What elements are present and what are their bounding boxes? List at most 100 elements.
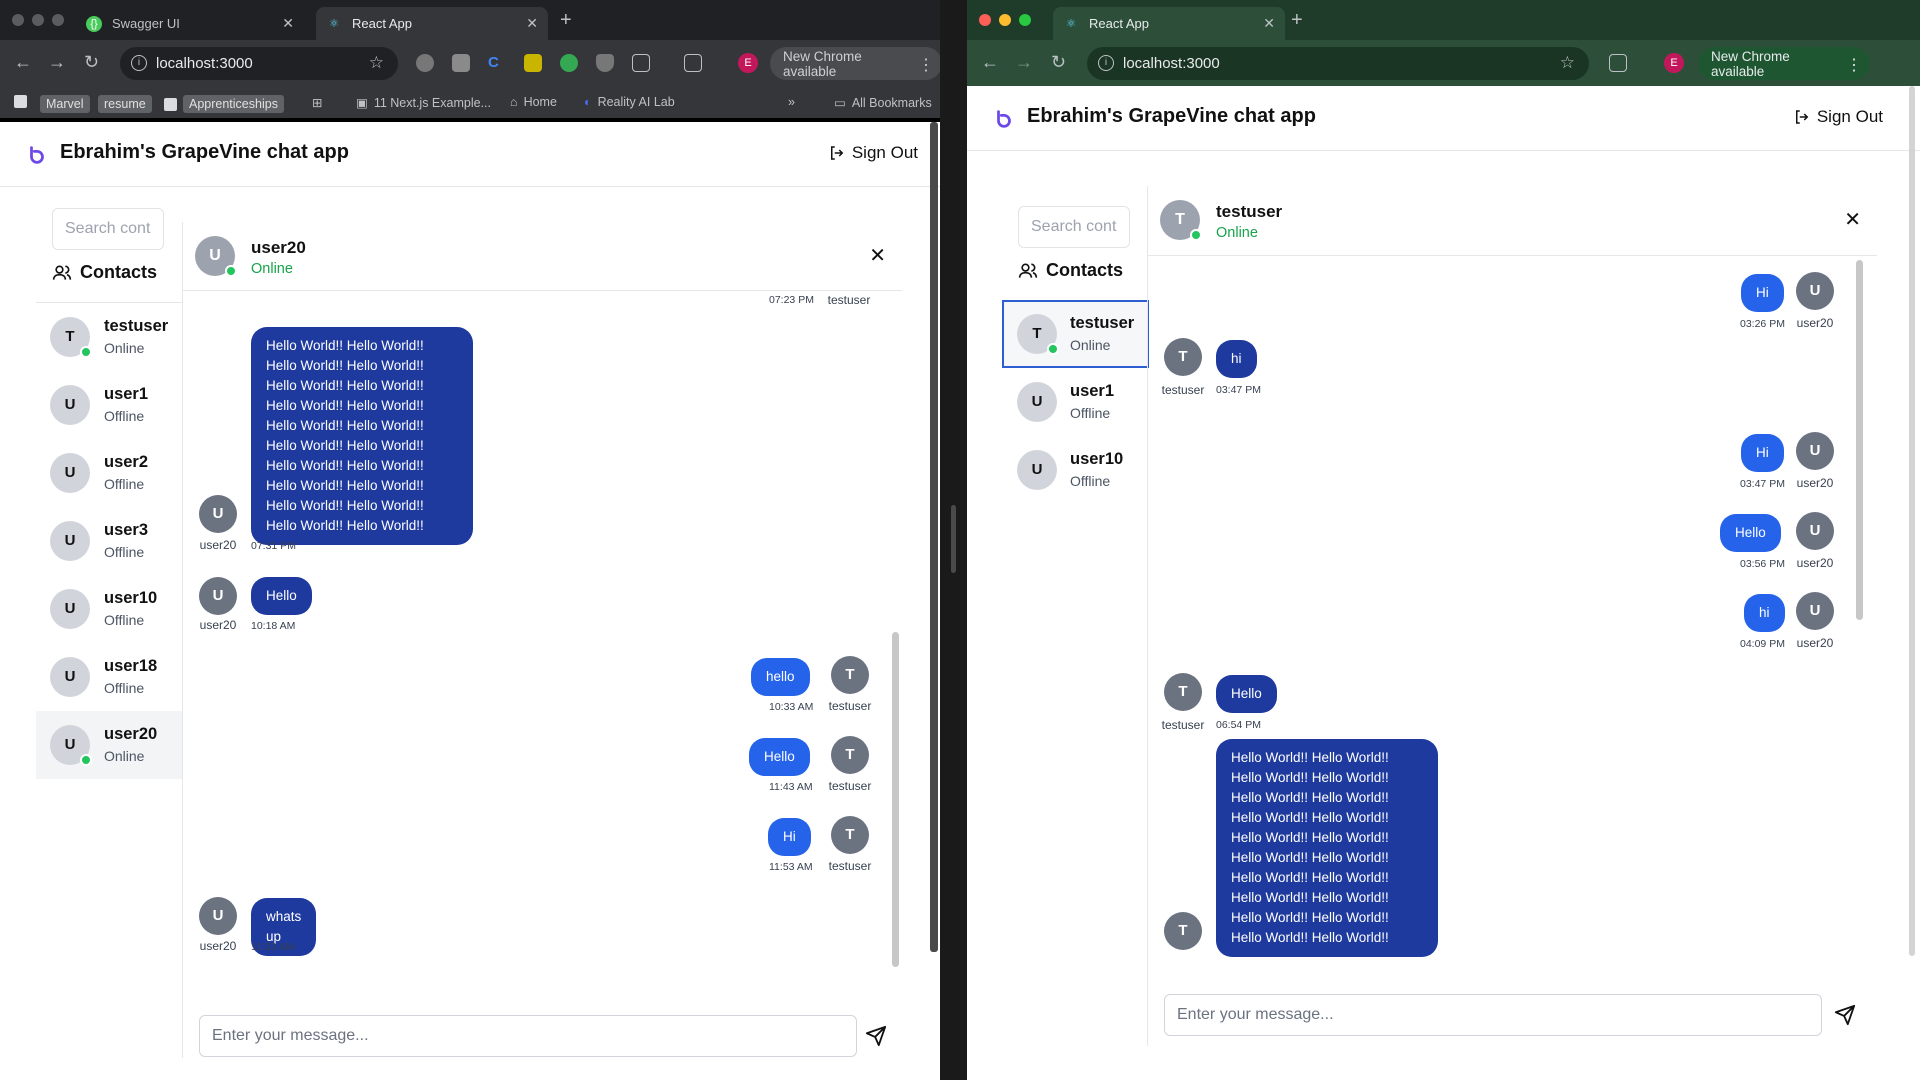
message-input[interactable]: Enter your message...	[199, 1015, 857, 1057]
message-username: user20	[1796, 636, 1834, 650]
more-menu-icon[interactable]: ⋮	[1846, 55, 1862, 75]
grid-extension-icon[interactable]	[524, 54, 542, 72]
more-bookmarks-chevron[interactable]: »	[788, 95, 795, 109]
bookmark-home[interactable]: ⌂ Home	[510, 95, 557, 109]
back-arrow-icon[interactable]: ←	[981, 52, 999, 73]
chat-contact-status: Online	[1216, 225, 1258, 241]
new-chrome-available-button[interactable]: New Chrome available ⋮	[1698, 47, 1870, 80]
contact-name: user2	[104, 453, 149, 471]
apps-grid-icon[interactable]: ⊞	[312, 95, 322, 110]
close-tab-icon[interactable]: ✕	[526, 15, 538, 32]
contact-item-user10[interactable]: U user10 Offline	[36, 575, 183, 643]
message-bubble: Hello	[749, 738, 810, 776]
window-controls	[12, 14, 64, 26]
bookmark-apprenticeships[interactable]: Apprenticeships	[164, 95, 284, 113]
site-info-icon[interactable]: i	[1098, 55, 1114, 71]
message-scrollbar[interactable]	[892, 632, 899, 967]
chat-panel: U user20 Online ✕ 07:23 PM testuser U us…	[182, 222, 902, 1058]
message-avatar: U	[199, 495, 237, 533]
send-icon[interactable]	[865, 1025, 887, 1047]
bookmark-reality-ai-lab[interactable]: ◐ Reality AI Lab	[584, 95, 675, 109]
avatar-initial: U	[64, 532, 76, 549]
forward-arrow-icon[interactable]: →	[1015, 52, 1033, 73]
contact-item-user3[interactable]: U user3 Offline	[36, 507, 183, 575]
avatar: T	[50, 317, 92, 358]
tab-swagger-ui[interactable]: {} Swagger UI ✕	[76, 7, 304, 40]
close-chat-icon[interactable]: ✕	[869, 246, 886, 266]
sign-out-button[interactable]: Sign Out	[1793, 107, 1883, 127]
reload-icon[interactable]: ↻	[1051, 52, 1066, 73]
tab-title: Swagger UI	[112, 16, 180, 31]
zoom-window-button[interactable]	[52, 14, 64, 26]
extension-icon[interactable]	[452, 54, 470, 72]
close-tab-icon[interactable]: ✕	[282, 15, 294, 32]
bookmark-label: 11 Next.js Example...	[373, 95, 491, 110]
search-contacts-input[interactable]: Search cont	[1018, 206, 1130, 248]
contact-item-user2[interactable]: U user2 Offline	[36, 439, 183, 507]
reload-icon[interactable]: ↻	[84, 52, 99, 73]
bookmark-resume[interactable]: resume	[98, 95, 152, 113]
search-contacts-input[interactable]: Search cont	[52, 208, 164, 250]
back-arrow-icon[interactable]: ←	[14, 52, 32, 73]
tab-react-app[interactable]: ⚛ React App ✕	[316, 7, 548, 40]
close-window-button[interactable]	[12, 14, 24, 26]
bookmark-item[interactable]	[14, 95, 27, 108]
minimize-window-button[interactable]	[999, 14, 1011, 26]
tab-react-app[interactable]: ⚛ React App ✕	[1053, 7, 1285, 40]
contacts-panel: Search cont Contacts T testuser Online U…	[1002, 160, 1149, 920]
tab-title: React App	[352, 16, 412, 31]
address-bar[interactable]: i localhost:3000 ☆	[1087, 47, 1589, 80]
send-icon[interactable]	[1834, 1004, 1856, 1026]
bookmark-nextjs-examples[interactable]: ▣ 11 Next.js Example...	[356, 95, 491, 111]
close-window-button[interactable]	[979, 14, 991, 26]
close-tab-icon[interactable]: ✕	[1263, 15, 1275, 32]
new-chrome-label: New Chrome available	[783, 48, 862, 79]
bookmark-star-icon[interactable]: ☆	[369, 53, 384, 73]
page-scrollbar[interactable]	[930, 122, 938, 952]
close-chat-icon[interactable]: ✕	[1844, 210, 1861, 230]
contact-item-user1[interactable]: U user1 Offline	[1002, 368, 1149, 436]
shield-extension-icon[interactable]	[596, 54, 614, 72]
puzzle-extensions-icon[interactable]	[632, 54, 650, 72]
message-input[interactable]: Enter your message...	[1164, 994, 1822, 1036]
c-extension-icon[interactable]: C	[488, 54, 506, 72]
contact-item-testuser[interactable]: T testuser Online	[36, 303, 183, 371]
message-username: user20	[199, 618, 237, 632]
new-chrome-available-button[interactable]: New Chrome available ⋮	[770, 47, 940, 80]
forward-arrow-icon[interactable]: →	[48, 52, 66, 73]
profile-avatar[interactable]: E	[738, 53, 758, 73]
adblock-extension-icon[interactable]	[416, 54, 434, 72]
address-bar[interactable]: i localhost:3000 ☆	[120, 47, 398, 80]
page-scrollbar[interactable]	[1909, 86, 1915, 956]
contact-item-user10[interactable]: U user10 Offline	[1002, 436, 1149, 504]
profile-avatar[interactable]: E	[1664, 53, 1684, 73]
more-menu-icon[interactable]: ⋮	[918, 55, 934, 75]
contact-item-user18[interactable]: U user18 Offline	[36, 643, 183, 711]
bookmark-marvel[interactable]: Marvel	[40, 95, 90, 113]
message-time: 03:47 PM	[1216, 384, 1261, 396]
contact-item-user1[interactable]: U user1 Offline	[36, 371, 183, 439]
bookmark-star-icon[interactable]: ☆	[1560, 53, 1575, 73]
zoom-window-button[interactable]	[1019, 14, 1031, 26]
all-bookmarks[interactable]: ▭ All Bookmarks	[834, 95, 932, 111]
divider-grip[interactable]	[951, 505, 956, 573]
window-divider[interactable]	[940, 0, 967, 1080]
cast-icon[interactable]	[1609, 54, 1627, 72]
avatar-initial: T	[1175, 211, 1185, 228]
sign-out-button[interactable]: Sign Out	[828, 143, 918, 163]
message-username: testuser	[828, 699, 872, 713]
cast-icon[interactable]	[684, 54, 702, 72]
minimize-window-button[interactable]	[32, 14, 44, 26]
avatar-initial: T	[1032, 325, 1042, 342]
avatar-initial: U	[64, 736, 76, 753]
site-info-icon[interactable]: i	[131, 55, 147, 71]
contact-item-user20[interactable]: U user20 Online	[36, 711, 183, 779]
tab-title: React App	[1089, 16, 1149, 31]
contact-item-testuser[interactable]: T testuser Online	[1002, 300, 1149, 368]
green-extension-icon[interactable]	[560, 54, 578, 72]
new-tab-plus-icon[interactable]: +	[1291, 9, 1303, 32]
chat-contact-name: user20	[251, 238, 306, 257]
new-tab-plus-icon[interactable]: +	[560, 9, 572, 32]
message-scrollbar[interactable]	[1856, 260, 1863, 620]
tab-strip: {} Swagger UI ✕ ⚛ React App ✕ +	[0, 0, 940, 40]
